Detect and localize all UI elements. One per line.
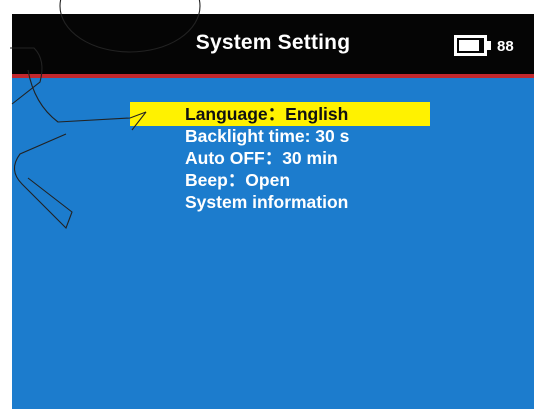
device-screen: System Setting 88 Language：English Backl… bbox=[12, 14, 534, 409]
battery-body bbox=[454, 35, 487, 56]
menu-item-backlight-time[interactable]: Backlight time: 30 s bbox=[130, 124, 430, 148]
battery-fill bbox=[459, 40, 479, 51]
menu-item-auto-off[interactable]: Auto OFF：30 min bbox=[130, 146, 430, 170]
battery-nub bbox=[487, 41, 491, 50]
menu-item-language[interactable]: Language：English bbox=[130, 102, 430, 126]
menu-item-beep[interactable]: Beep：Open bbox=[130, 168, 430, 192]
battery-icon bbox=[454, 35, 491, 56]
header-divider bbox=[12, 74, 534, 78]
menu-item-system-information[interactable]: System information bbox=[130, 190, 430, 214]
battery-level: 88 bbox=[497, 38, 514, 55]
header-bar: System Setting bbox=[12, 14, 534, 74]
